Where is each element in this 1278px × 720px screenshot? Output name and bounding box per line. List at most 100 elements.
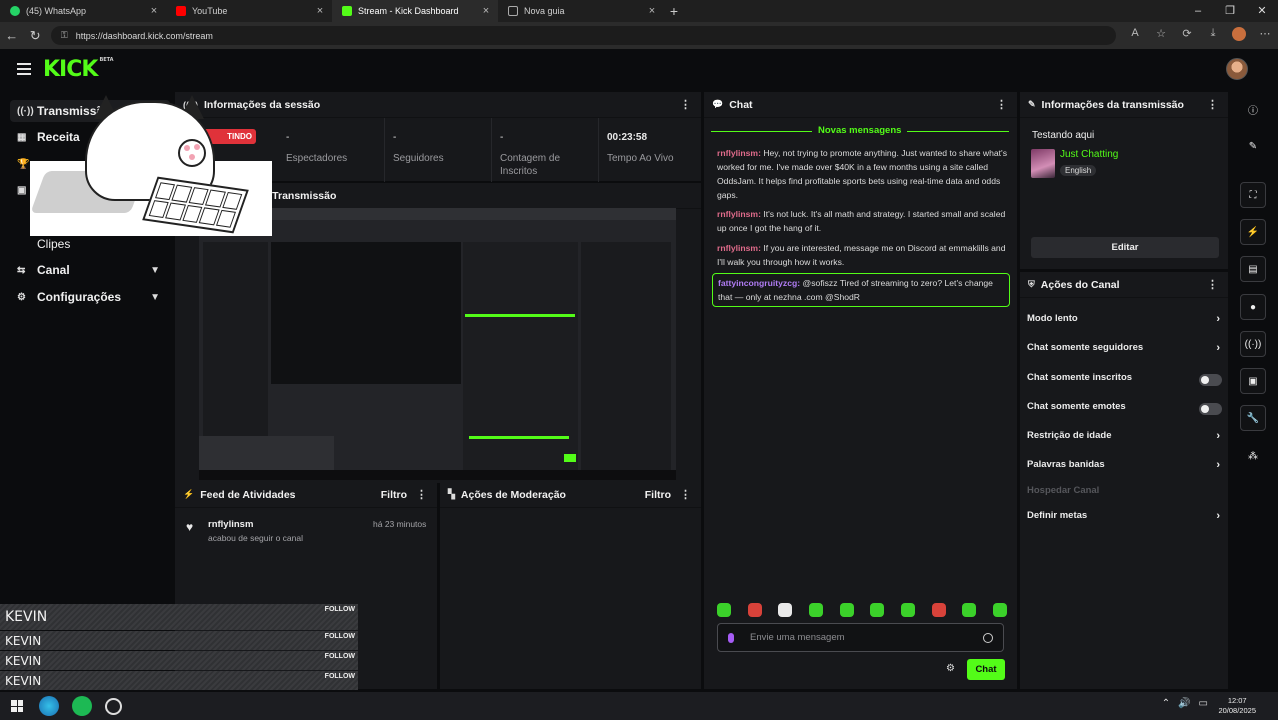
info-icon[interactable]: ⓘ — [1240, 96, 1266, 122]
focus-icon[interactable]: ⛶ — [1240, 182, 1266, 208]
action-set-goals[interactable]: Definir metas › — [1027, 510, 1222, 526]
read-aloud-icon[interactable]: A — [1122, 27, 1148, 44]
tab-kick-dashboard[interactable]: Stream - Kick Dashboard × — [332, 0, 498, 22]
chat-settings-icon[interactable]: ⚙ — [946, 663, 955, 674]
emote[interactable] — [778, 603, 793, 617]
more-options-icon[interactable]: ⋮ — [416, 488, 427, 501]
action-followers-only[interactable]: Chat somente seguidores › — [1027, 342, 1222, 358]
close-window-icon[interactable]: ✕ — [1246, 0, 1278, 22]
sidebar-item-canal[interactable]: ⇆ Canal ▼ — [10, 259, 170, 281]
emote[interactable] — [808, 603, 823, 617]
windows-start-icon[interactable] — [11, 700, 23, 712]
stream-category[interactable]: Just Chatting — [1060, 149, 1118, 160]
more-options-icon[interactable]: ⋮ — [680, 488, 691, 501]
download-icon[interactable]: ⤓ — [1200, 27, 1226, 44]
emote[interactable] — [870, 603, 885, 617]
tab-title: Stream - Kick Dashboard — [358, 6, 459, 16]
profile-icon[interactable] — [1226, 27, 1252, 44]
emote[interactable] — [747, 603, 762, 617]
action-slow-mode[interactable]: Modo lento › — [1027, 313, 1222, 329]
edit-button[interactable]: Editar — [1031, 237, 1219, 258]
chat-username[interactable]: rnflylinsm: — [717, 243, 761, 253]
chat-username[interactable]: rnflylinsm: — [717, 148, 761, 158]
channel-actions-panel: ⛨ Ações do Canal ⋮ — [1020, 272, 1228, 689]
moderation-panel: ▚ Ações de Moderação Filtro ⋮ — [440, 482, 701, 689]
chat-icon[interactable]: ● — [1240, 294, 1266, 320]
new-tab-button[interactable]: + — [664, 3, 684, 19]
spotify-icon[interactable] — [72, 696, 92, 716]
filter-button[interactable]: Filtro — [645, 489, 671, 501]
whatsapp-icon — [10, 6, 20, 16]
action-age-restriction[interactable]: Restrição de idade › — [1027, 430, 1222, 446]
chevron-up-icon[interactable]: ⌃ — [1162, 698, 1170, 709]
browser-tab-bar: (45) WhatsApp × YouTube × Stream - Kick … — [0, 0, 1278, 22]
clock[interactable]: 12:07 20/08/2025 — [1218, 696, 1256, 716]
bolt-icon[interactable]: ⚡ — [1240, 219, 1266, 245]
sidebar-item-clipes[interactable]: Clipes — [10, 233, 170, 255]
emoji-icon[interactable] — [983, 632, 993, 643]
user-avatar[interactable] — [1226, 58, 1248, 80]
menu-icon[interactable] — [17, 63, 31, 78]
stat-followers: - Seguidores — [385, 118, 492, 182]
emote[interactable] — [992, 603, 1007, 617]
more-options-icon[interactable]: ⋮ — [1207, 98, 1218, 111]
emotes-only-toggle[interactable] — [1199, 403, 1222, 415]
pencil-icon[interactable]: ✎ — [1240, 133, 1266, 159]
document-icon[interactable]: ▤ — [1240, 256, 1266, 282]
nodes-icon[interactable]: ⁂ — [1240, 443, 1266, 469]
sidebar-item-configuracoes[interactable]: ⚙ Configurações ▼ — [10, 286, 170, 308]
microphone-icon[interactable] — [728, 632, 734, 643]
chat-message: rnflylinsm: If you are interested, messa… — [717, 243, 1006, 267]
wrench-icon[interactable]: 🔧 — [1240, 405, 1266, 431]
sidebar-item-label: Canal — [37, 263, 70, 277]
emote[interactable] — [717, 603, 731, 617]
tab-new[interactable]: Nova guia × — [498, 0, 664, 22]
chat-message: rnflylinsm: It's not luck. It's all math… — [717, 209, 1006, 233]
close-icon[interactable]: × — [480, 5, 492, 17]
obs-icon[interactable] — [105, 698, 122, 715]
close-icon[interactable]: × — [646, 5, 658, 17]
emote[interactable] — [839, 603, 854, 617]
chat-username[interactable]: fattyincongruityzcg: — [718, 278, 800, 288]
action-banned-words[interactable]: Palavras banidas › — [1027, 459, 1222, 475]
more-options-icon[interactable]: ⋮ — [680, 98, 691, 111]
favorite-icon[interactable]: ☆ — [1148, 27, 1174, 44]
kick-logo[interactable]: KICK BETA — [43, 57, 114, 82]
network-icon[interactable]: ▭ — [1199, 698, 1208, 709]
emote[interactable] — [900, 603, 915, 617]
volume-icon[interactable]: 🔊 — [1178, 698, 1190, 709]
shield-icon: ▚ — [448, 489, 455, 499]
emote[interactable] — [962, 603, 977, 617]
panel-title: Ações de Moderação — [460, 488, 566, 501]
windows-taskbar: ⌃ 🔊 ▭ 12:07 20/08/2025 — [0, 692, 1278, 720]
maximize-icon[interactable]: ❐ — [1214, 0, 1246, 22]
panel-title: Chat — [729, 98, 753, 111]
feed-item-text: acabou de seguir o canal — [208, 533, 303, 543]
filter-button[interactable]: Filtro — [381, 489, 407, 501]
tab-youtube[interactable]: YouTube × — [166, 0, 332, 22]
tab-whatsapp[interactable]: (45) WhatsApp × — [0, 0, 166, 22]
more-options-icon[interactable]: ⋮ — [996, 98, 1007, 111]
chat-input[interactable]: Envie uma mensagem — [717, 623, 1004, 652]
feed-item-user[interactable]: rnflylinsm — [208, 519, 253, 530]
reload-icon[interactable]: ↻ — [23, 28, 46, 44]
stream-preview[interactable] — [199, 208, 676, 480]
tab-title: YouTube — [192, 6, 228, 16]
url-field[interactable]: ⚿ https://dashboard.kick.com/stream — [50, 26, 1117, 45]
send-chat-button[interactable]: Chat — [967, 659, 1005, 680]
emote[interactable] — [931, 603, 946, 617]
subscribers-only-toggle[interactable] — [1199, 374, 1222, 386]
chat-username[interactable]: rnflylinsm: — [717, 209, 761, 219]
more-options-icon[interactable]: ⋮ — [1207, 278, 1218, 291]
minimize-icon[interactable]: – — [1182, 0, 1214, 22]
close-icon[interactable]: × — [314, 5, 326, 17]
extensions-icon[interactable]: ⟳ — [1174, 27, 1200, 44]
layout-icon[interactable]: ▣ — [1240, 368, 1266, 394]
broadcast-icon[interactable]: ((·)) — [1240, 331, 1266, 357]
edge-icon[interactable] — [39, 696, 59, 716]
new-messages-label: Novas mensagens — [812, 125, 908, 136]
more-icon[interactable]: ⋯ — [1252, 27, 1278, 44]
follower-overlay-row: KEVIN FOLLOW — [0, 671, 358, 690]
back-icon[interactable]: ← — [0, 28, 23, 43]
close-icon[interactable]: × — [148, 5, 160, 17]
